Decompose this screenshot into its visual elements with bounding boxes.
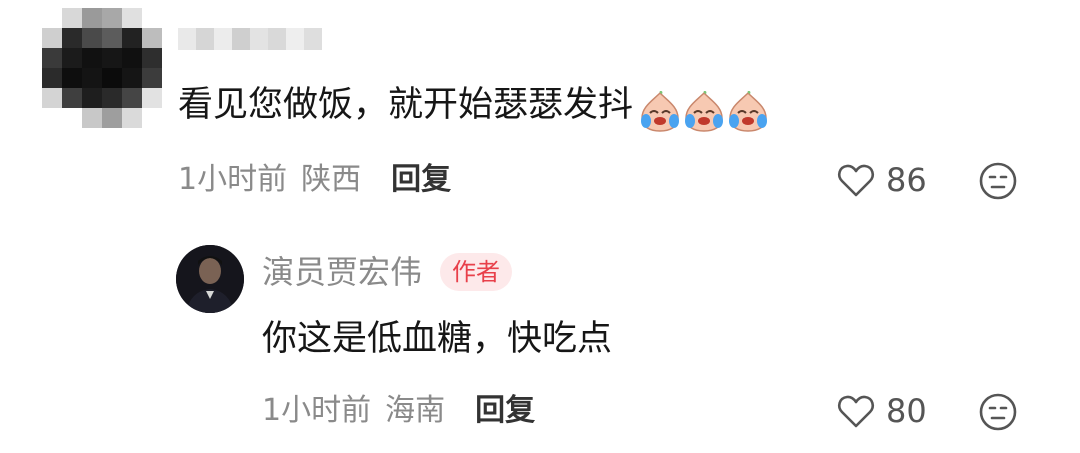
reply-time: 1小时前 (262, 393, 372, 428)
reply-text: 你这是低血糖，快吃点 (262, 319, 613, 359)
like-button[interactable]: 86 (836, 160, 927, 200)
neutral-face-icon (979, 162, 1017, 200)
dislike-button[interactable] (978, 161, 1018, 201)
reply-like-count: 80 (886, 392, 927, 430)
author-header: 演员贾宏伟 作者 (262, 253, 513, 291)
author-avatar[interactable] (176, 245, 244, 313)
reply-location: 海南 (385, 393, 446, 428)
avatar-pixelated[interactable] (42, 8, 162, 128)
emoji-group (638, 90, 770, 133)
comment-text: 看见您做饭，就开始瑟瑟发抖 (178, 85, 634, 125)
reply-like-button[interactable]: 80 (836, 391, 927, 431)
heart-icon (837, 395, 875, 428)
reply-reply-button[interactable]: 回复 (475, 396, 535, 426)
reply-button[interactable]: 回复 (391, 165, 451, 195)
crying-face-icon (729, 90, 768, 132)
author-name[interactable]: 演员贾宏伟 (262, 256, 422, 288)
comment-body: 看见您做饭，就开始瑟瑟发抖 (178, 88, 770, 133)
comment-time: 1小时前 (178, 162, 288, 197)
crying-face-icon (685, 90, 724, 132)
heart-icon (837, 164, 875, 197)
crying-face-icon (641, 90, 680, 132)
neutral-face-icon (979, 393, 1017, 431)
reply-meta: 1小时前 海南 回复 (262, 396, 535, 426)
like-count: 86 (886, 161, 927, 199)
reply-dislike-button[interactable] (978, 392, 1018, 432)
username-pixelated[interactable] (178, 20, 328, 60)
reply-body: 你这是低血糖，快吃点 (262, 322, 612, 357)
author-badge: 作者 (440, 253, 513, 291)
comment-meta: 1小时前 陕西 回复 (178, 165, 451, 195)
comment-location: 陕西 (301, 162, 362, 197)
